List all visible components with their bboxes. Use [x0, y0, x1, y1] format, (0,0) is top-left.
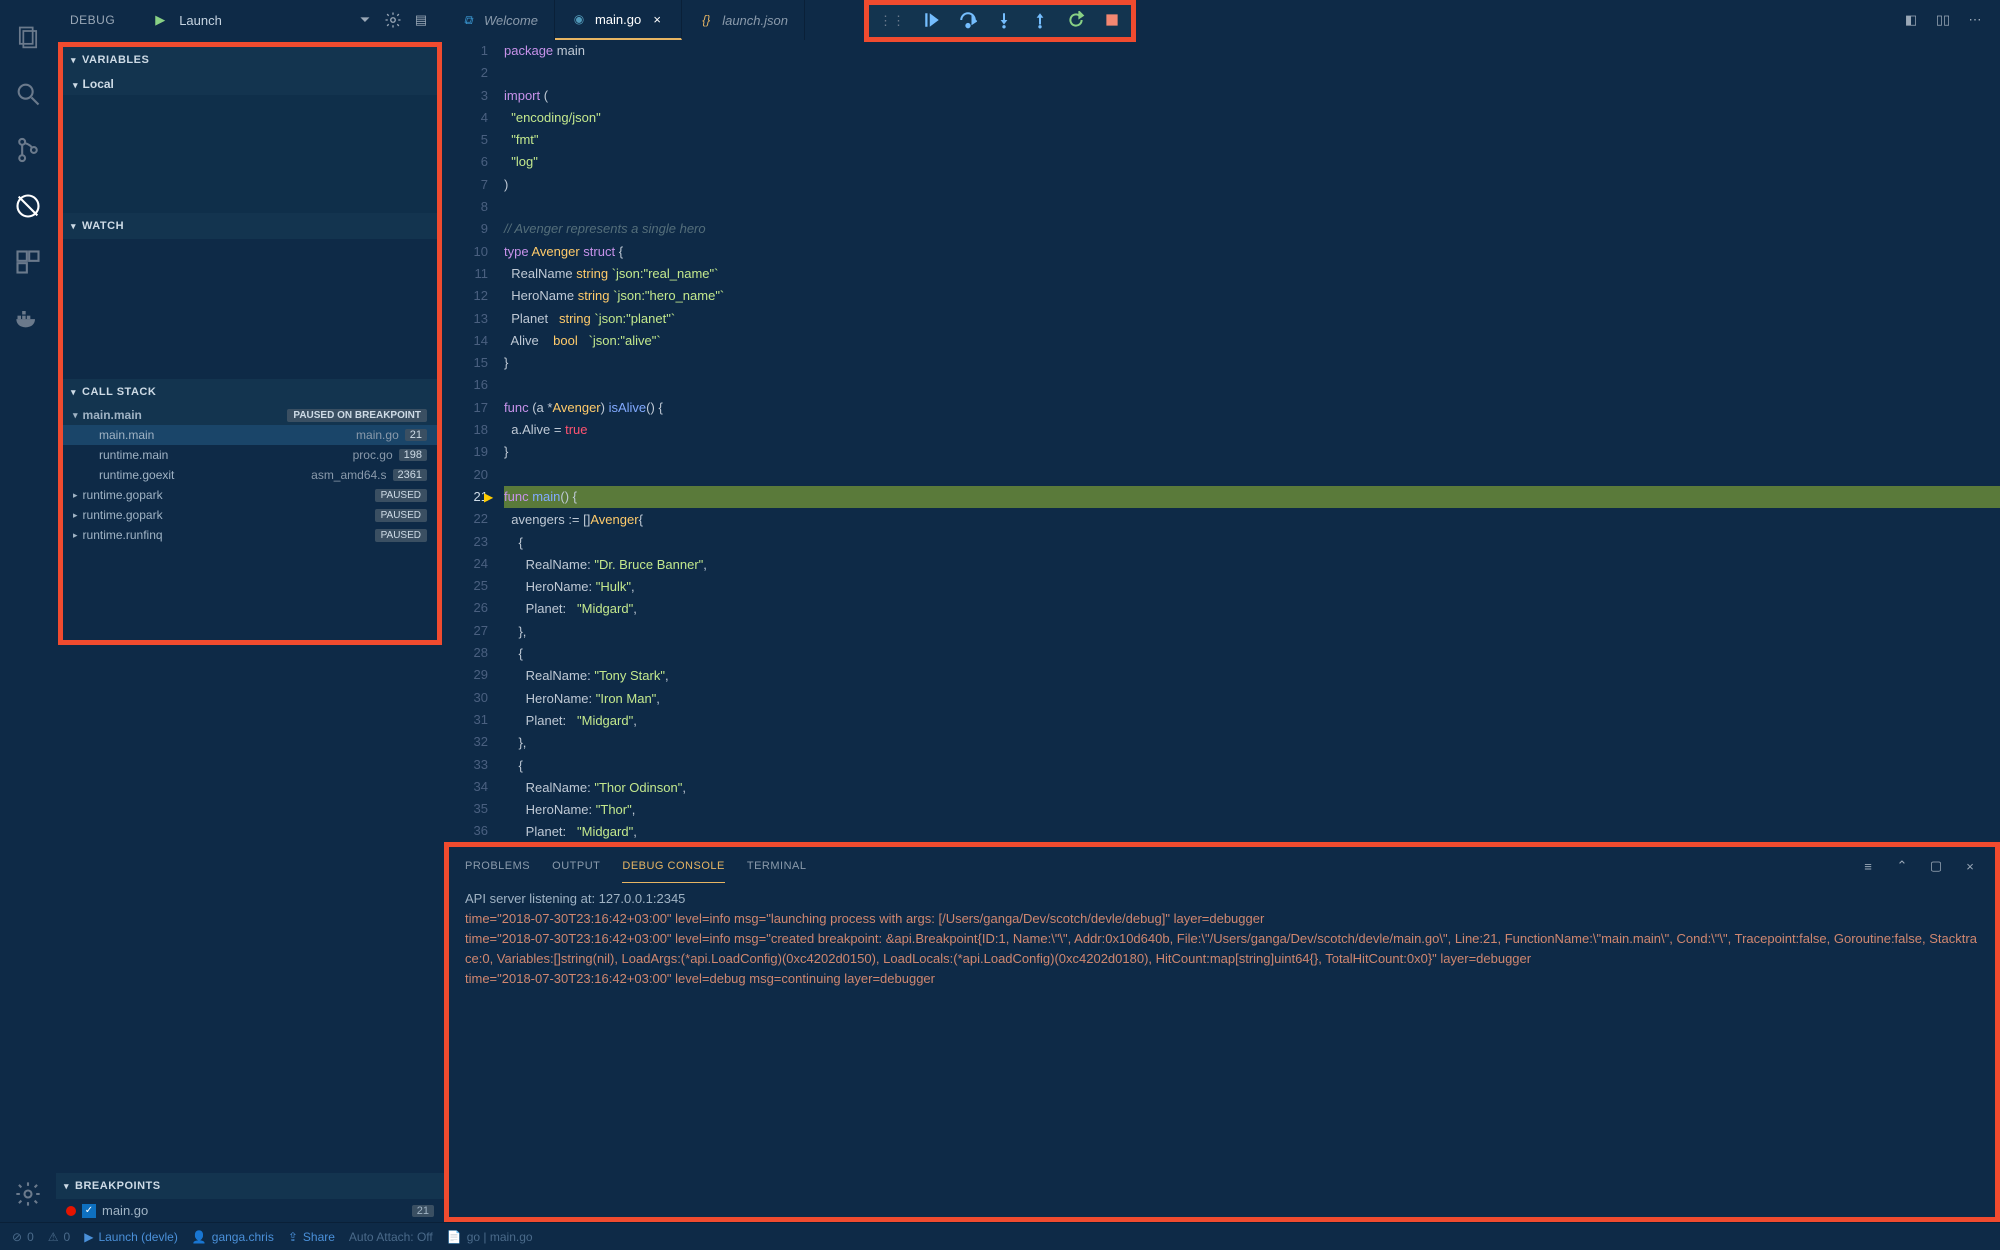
- status-breadcrumb[interactable]: 📄 go | main.go: [447, 1230, 533, 1244]
- debug-icon[interactable]: [0, 178, 56, 234]
- continue-icon[interactable]: [923, 11, 941, 32]
- stop-icon[interactable]: [1103, 11, 1121, 32]
- watch-section: ▾WATCH: [63, 213, 437, 379]
- status-bar: ⊘ 0 ⚠ 0 ▶ Launch (devle) 👤 ganga.chris ⇪…: [0, 1222, 2000, 1250]
- breakpoints-section: ▾BREAKPOINTS ✓ main.go 21: [56, 1173, 444, 1222]
- callstack-row[interactable]: ▸runtime.goparkPAUSED: [63, 505, 437, 525]
- breakpoint-dot-icon: [66, 1206, 76, 1216]
- search-icon[interactable]: [0, 66, 56, 122]
- step-out-icon[interactable]: [1031, 11, 1049, 32]
- callstack-row[interactable]: main.mainmain.go21: [63, 425, 437, 445]
- drag-handle-icon[interactable]: ⋮⋮: [879, 13, 905, 29]
- tab-terminal[interactable]: TERMINAL: [747, 850, 807, 882]
- settings-icon[interactable]: [0, 1166, 56, 1222]
- breakpoint-file: main.go: [102, 1203, 148, 1218]
- close-panel-icon[interactable]: ×: [1961, 857, 1979, 875]
- breakpoint-row[interactable]: ✓ main.go 21: [56, 1199, 444, 1222]
- tab-debug-console[interactable]: DEBUG CONSOLE: [622, 850, 724, 883]
- editor: ⧉ Welcome ◉ main.go × {} launch.json ◧ ▯…: [444, 0, 2000, 1222]
- variables-local[interactable]: ▾Local: [63, 73, 437, 95]
- split-editor-icon[interactable]: ▯▯: [1934, 11, 1952, 29]
- tab-output[interactable]: OUTPUT: [552, 850, 600, 882]
- scm-icon[interactable]: [0, 122, 56, 178]
- status-auto-attach[interactable]: Auto Attach: Off: [349, 1230, 433, 1244]
- go-file-icon: ◉: [571, 11, 587, 27]
- debug-label: DEBUG: [70, 13, 115, 27]
- callstack-row[interactable]: ▸runtime.goparkPAUSED: [63, 485, 437, 505]
- tab-welcome[interactable]: ⧉ Welcome: [444, 0, 555, 40]
- debug-console-icon[interactable]: ▤: [412, 11, 430, 29]
- panel-tabs: PROBLEMS OUTPUT DEBUG CONSOLE TERMINAL ≡…: [449, 847, 1995, 885]
- status-errors[interactable]: ⊘ 0: [12, 1230, 34, 1244]
- tab-problems[interactable]: PROBLEMS: [465, 850, 530, 882]
- debug-sidebar: DEBUG ▶ Launch ⏷ ▤ ▾VARIABLES ▾Local ▾WA…: [56, 0, 444, 1222]
- vscode-icon: ⧉: [460, 12, 476, 28]
- json-file-icon: {}: [698, 12, 714, 28]
- restart-icon[interactable]: [1067, 11, 1085, 32]
- close-icon[interactable]: ×: [649, 11, 665, 27]
- config-selector-icon[interactable]: ⏷: [356, 11, 374, 29]
- tab-main-go[interactable]: ◉ main.go ×: [555, 0, 682, 40]
- extensions-icon[interactable]: [0, 234, 56, 290]
- status-user[interactable]: 👤 ganga.chris: [192, 1230, 274, 1244]
- start-debug-icon[interactable]: ▶: [155, 12, 165, 28]
- callstack-header[interactable]: ▾CALL STACK: [63, 379, 437, 405]
- code-area[interactable]: 1234567891011121314151617181920212223242…: [444, 40, 2000, 842]
- maximize-icon[interactable]: ▢: [1927, 857, 1945, 875]
- checkbox-icon[interactable]: ✓: [82, 1204, 96, 1218]
- activity-bar: [0, 0, 56, 1222]
- bottom-panel: PROBLEMS OUTPUT DEBUG CONSOLE TERMINAL ≡…: [444, 842, 2000, 1222]
- status-launch[interactable]: ▶ Launch (devle): [84, 1230, 178, 1244]
- callstack-row[interactable]: ▾main.mainPAUSED ON BREAKPOINT: [63, 405, 437, 425]
- debug-toolbar: ⋮⋮: [864, 0, 1136, 42]
- status-share[interactable]: ⇪ Share: [288, 1230, 335, 1244]
- editor-tabs: ⧉ Welcome ◉ main.go × {} launch.json ◧ ▯…: [444, 0, 2000, 40]
- explorer-icon[interactable]: [0, 10, 56, 66]
- callstack-row[interactable]: ▸runtime.runfinqPAUSED: [63, 525, 437, 545]
- breakpoint-line: 21: [412, 1205, 434, 1217]
- step-into-icon[interactable]: [995, 11, 1013, 32]
- gear-icon[interactable]: [384, 11, 402, 29]
- variables-section: ▾VARIABLES ▾Local: [63, 47, 437, 213]
- watch-header[interactable]: ▾WATCH: [63, 213, 437, 239]
- callstack-section: ▾CALL STACK ▾main.mainPAUSED ON BREAKPOI…: [63, 379, 437, 640]
- callstack-row[interactable]: runtime.mainproc.go198: [63, 445, 437, 465]
- status-warnings[interactable]: ⚠ 0: [48, 1230, 70, 1244]
- debug-header: DEBUG ▶ Launch ⏷ ▤: [56, 0, 444, 40]
- clear-icon[interactable]: ≡: [1859, 857, 1877, 875]
- breakpoints-header[interactable]: ▾BREAKPOINTS: [56, 1173, 444, 1199]
- debug-console-body[interactable]: API server listening at: 127.0.0.1:2345t…: [449, 885, 1995, 1217]
- tab-launch-json[interactable]: {} launch.json: [682, 0, 805, 40]
- debug-config-name[interactable]: Launch: [179, 13, 346, 28]
- callstack-row[interactable]: runtime.goexitasm_amd64.s2361: [63, 465, 437, 485]
- step-over-icon[interactable]: [959, 11, 977, 32]
- variables-header[interactable]: ▾VARIABLES: [63, 47, 437, 73]
- more-icon[interactable]: ⋯: [1966, 11, 1984, 29]
- docker-icon[interactable]: [0, 290, 56, 346]
- collapse-icon[interactable]: ⌃: [1893, 857, 1911, 875]
- compare-icon[interactable]: ◧: [1902, 11, 1920, 29]
